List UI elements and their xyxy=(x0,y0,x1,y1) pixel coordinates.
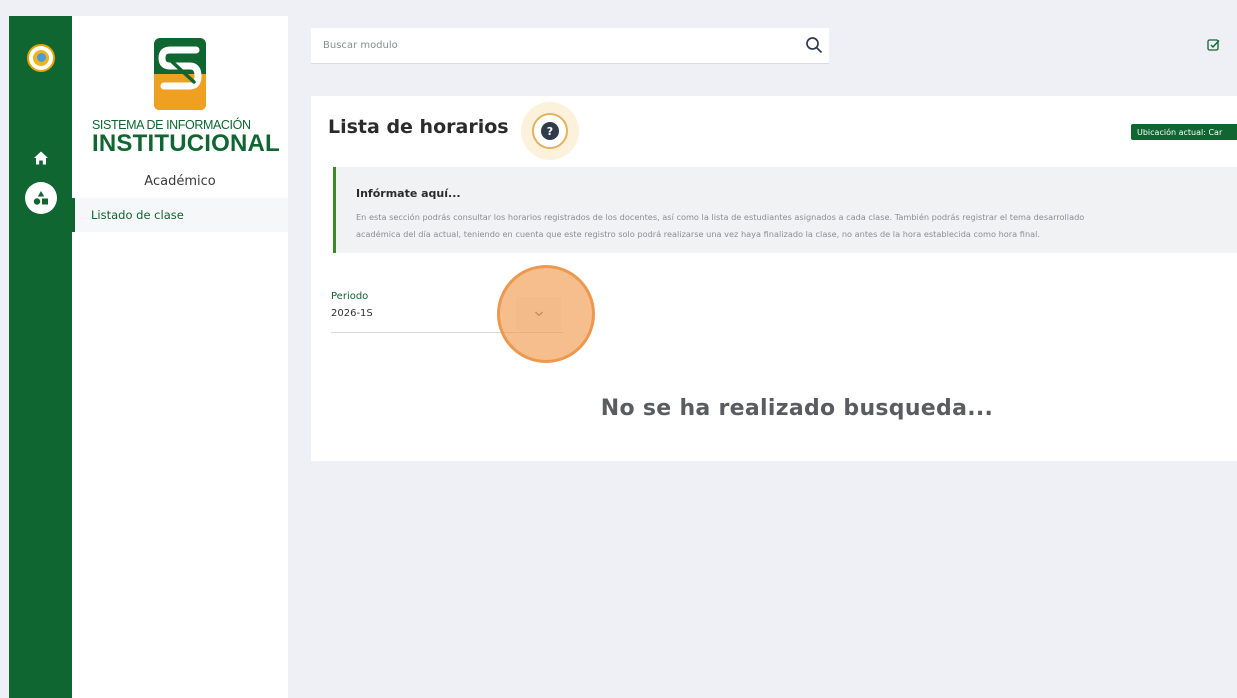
sidebar: SISTEMA DE INFORMACIÓN INSTITUCIONAL Aca… xyxy=(72,16,288,698)
academic-shapes-icon[interactable] xyxy=(25,182,57,214)
info-text-line2: académica del día actual, teniendo en cu… xyxy=(356,229,1041,239)
periodo-value: 2026-1S xyxy=(331,308,373,319)
brand-line2: INSTITUCIONAL xyxy=(92,130,280,157)
help-button[interactable]: ? xyxy=(521,102,579,160)
home-icon[interactable] xyxy=(27,144,55,172)
schedule-card: Lista de horarios ? Ubicación actual: Ca… xyxy=(311,96,1237,461)
info-title: Infórmate aquí... xyxy=(356,187,461,200)
left-rail xyxy=(9,16,72,698)
info-text: En esta sección podrás consultar los hor… xyxy=(356,209,1237,243)
info-box: Infórmate aquí... En esta sección podrás… xyxy=(333,167,1237,253)
sidebar-item-listado-de-clase[interactable]: Listado de clase xyxy=(72,198,288,232)
search-icon[interactable] xyxy=(803,34,825,56)
location-badge: Ubicación actual: Car xyxy=(1131,124,1237,140)
app-logo-icon[interactable] xyxy=(27,44,55,72)
empty-state-message: No se ha realizado busqueda... xyxy=(600,396,994,421)
page-title: Lista de horarios xyxy=(328,116,509,138)
brand-logo-icon xyxy=(150,36,210,112)
app-root: SISTEMA DE INFORMACIÓN INSTITUCIONAL Aca… xyxy=(0,0,1237,698)
click-highlight xyxy=(497,265,595,363)
edit-check-icon[interactable] xyxy=(1205,36,1223,54)
info-text-line1: En esta sección podrás consultar los hor… xyxy=(356,212,1085,222)
brand-text: SISTEMA DE INFORMACIÓN INSTITUCIONAL xyxy=(92,118,282,156)
sidebar-section-title: Académico xyxy=(144,174,216,189)
search-input[interactable]: Buscar modulo xyxy=(311,28,829,64)
help-icon: ? xyxy=(541,122,559,140)
periodo-label: Periodo xyxy=(331,291,369,302)
